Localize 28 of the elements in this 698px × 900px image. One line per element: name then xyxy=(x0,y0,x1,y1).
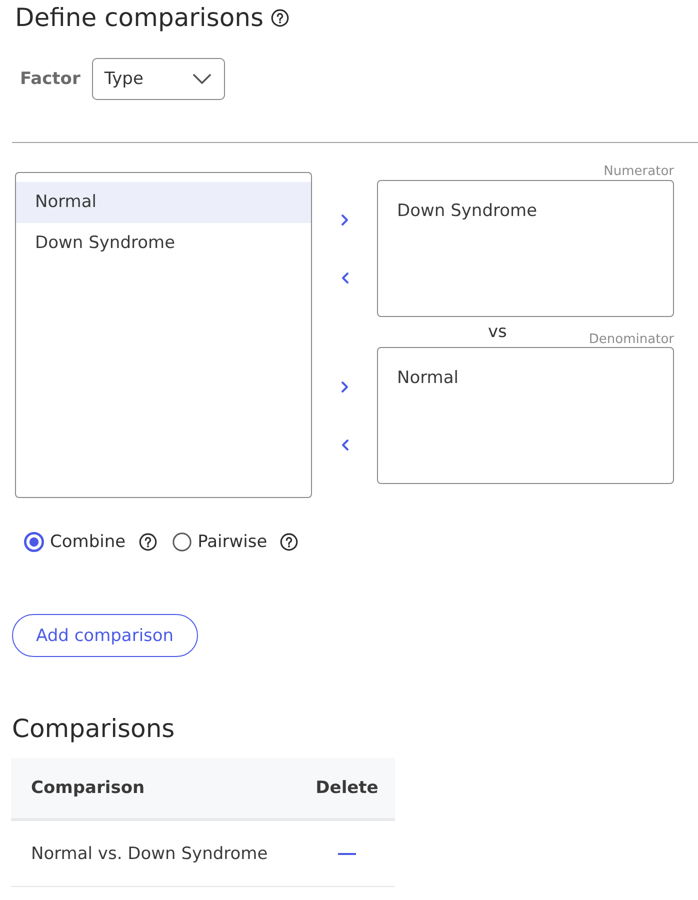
table-cell-text: Normal vs. Down Syndrome xyxy=(30,844,268,864)
list-item[interactable]: Normal xyxy=(16,182,311,223)
minus-icon[interactable] xyxy=(338,852,356,854)
list-item[interactable]: Down Syndrome xyxy=(378,191,673,232)
add-comparison-button[interactable]: Add comparison xyxy=(12,614,198,657)
column-header: Delete xyxy=(316,778,378,798)
chevron-down-icon xyxy=(193,74,212,84)
page-title: Define comparisons xyxy=(14,2,264,34)
box-label: Numerator xyxy=(604,164,674,179)
vs-label: vs xyxy=(488,322,507,342)
section-title: Comparisons xyxy=(12,713,176,745)
factor-dropdown[interactable]: Type xyxy=(92,58,226,100)
box-label: Denominator xyxy=(588,332,674,347)
list-item[interactable]: Down Syndrome xyxy=(16,223,311,264)
help-icon[interactable] xyxy=(270,9,289,27)
radio-label[interactable]: Combine xyxy=(50,532,126,552)
chevron-right-icon[interactable] xyxy=(340,381,348,393)
help-icon[interactable] xyxy=(138,533,157,551)
chevron-left-icon[interactable] xyxy=(340,439,348,451)
field-label: Factor xyxy=(20,69,80,89)
list-item[interactable]: Normal xyxy=(378,358,673,399)
column-header: Comparison xyxy=(30,778,145,798)
help-icon[interactable] xyxy=(280,533,298,551)
radio-button[interactable] xyxy=(24,532,44,552)
radio-label[interactable]: Pairwise xyxy=(198,532,268,552)
chevron-left-icon[interactable] xyxy=(340,272,348,284)
chevron-right-icon[interactable] xyxy=(340,214,348,226)
radio-button[interactable] xyxy=(172,532,192,552)
